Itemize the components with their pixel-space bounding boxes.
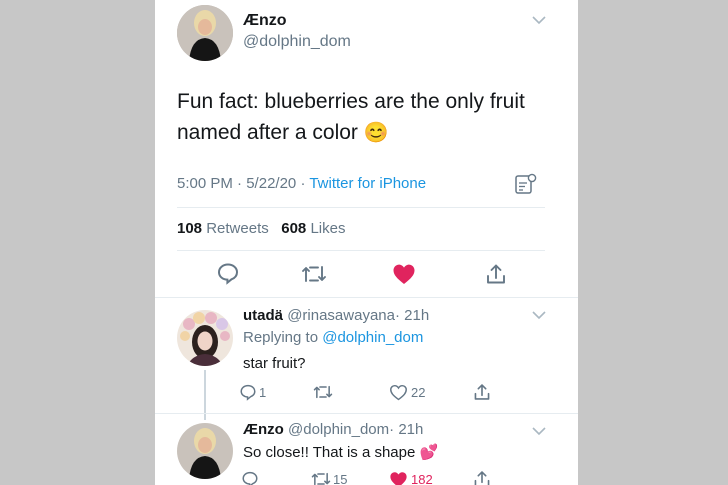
smiling-emoji: 😊	[363, 122, 389, 144]
tweet-source[interactable]: Twitter for iPhone	[309, 175, 426, 192]
analytics-icon[interactable]	[513, 172, 539, 196]
reply-author-name[interactable]: utadä	[243, 307, 283, 324]
tweet-date[interactable]: 5/22/20	[246, 175, 296, 192]
likes-stat[interactable]: 608 Likes	[281, 220, 345, 237]
reply-count: 1	[259, 384, 267, 400]
tweet-text: Fun fact: blueberries are the only fruit…	[177, 86, 525, 149]
tweet-stats: 108 Retweets 608 Likes	[177, 220, 345, 237]
reply-author-avatar[interactable]	[177, 310, 233, 366]
reply-icon[interactable]	[214, 260, 242, 286]
reply-header: Ænzo @dolphin_dom· 21h	[243, 421, 423, 438]
like-heart-outline-icon[interactable]: 22	[389, 381, 437, 403]
tweet-text-line: named after a color 😊	[177, 117, 525, 149]
meta-separator: ·	[300, 175, 306, 192]
tweet-text-fragment: named after a color	[177, 121, 358, 144]
divider	[177, 207, 545, 208]
divider	[177, 250, 545, 251]
meta-separator: ·	[394, 307, 400, 324]
reply-author-handle[interactable]: @dolphin_dom	[288, 421, 389, 438]
retweets-stat[interactable]: 108 Retweets	[177, 220, 269, 237]
divider	[155, 413, 578, 414]
reply-age[interactable]: 21h	[404, 307, 429, 324]
reply-text: star fruit?	[243, 355, 306, 372]
reply-icon[interactable]	[239, 469, 261, 485]
tweet-meta: 5:00 PM · 5/22/20 · Twitter for iPhone	[177, 175, 426, 192]
reply-header: utadä @rinasawayana· 21h	[243, 307, 429, 324]
retweets-label: Retweets	[206, 220, 269, 237]
retweet-icon[interactable]	[311, 382, 335, 402]
reply-author-name[interactable]: Ænzo	[243, 421, 284, 438]
tweet-time[interactable]: 5:00 PM	[177, 175, 233, 192]
author-avatar[interactable]	[177, 5, 233, 61]
like-count: 22	[411, 384, 426, 400]
likes-count: 608	[281, 220, 307, 237]
meta-separator: ·	[237, 175, 243, 192]
share-icon[interactable]	[471, 381, 493, 403]
share-icon[interactable]	[471, 469, 493, 485]
two-hearts-emoji: 💕	[419, 444, 439, 461]
like-count: 182	[411, 471, 433, 485]
reply-icon[interactable]: 1	[239, 381, 279, 403]
chevron-down-icon[interactable]	[531, 425, 547, 437]
reply-age[interactable]: 21h	[398, 421, 423, 438]
author-display-name[interactable]: Ænzo	[243, 12, 287, 30]
tweet-card: Ænzo @dolphin_dom Fun fact: blueberries …	[155, 0, 578, 485]
reply-actions: 15 182	[239, 469, 499, 485]
retweets-count: 108	[177, 220, 203, 237]
likes-label: Likes	[310, 220, 346, 237]
reply-actions: 1 22	[239, 381, 499, 403]
like-heart-icon[interactable]	[390, 261, 418, 287]
reply-text: So close!! That is a shape 💕	[243, 443, 438, 461]
meta-separator: ·	[389, 421, 395, 438]
like-heart-icon[interactable]: 182	[389, 469, 445, 485]
author-handle[interactable]: @dolphin_dom	[243, 33, 351, 51]
chevron-down-icon[interactable]	[531, 14, 547, 26]
tweet-text-line: Fun fact: blueberries are the only fruit	[177, 90, 525, 113]
reply-text-content: So close!! That is a shape	[243, 444, 416, 461]
share-icon[interactable]	[483, 261, 509, 287]
divider	[155, 297, 578, 298]
replying-to-handle[interactable]: @dolphin_dom	[322, 329, 423, 346]
retweet-count: 15	[333, 471, 348, 485]
retweet-icon[interactable]	[300, 262, 328, 286]
reply-author-handle[interactable]: @rinasawayana	[287, 307, 395, 324]
retweet-icon[interactable]: 15	[311, 470, 361, 485]
chevron-down-icon[interactable]	[531, 309, 547, 321]
reply-author-avatar[interactable]	[177, 423, 233, 479]
replying-to: Replying to @dolphin_dom	[243, 329, 423, 346]
replying-to-label: Replying to	[243, 329, 319, 346]
